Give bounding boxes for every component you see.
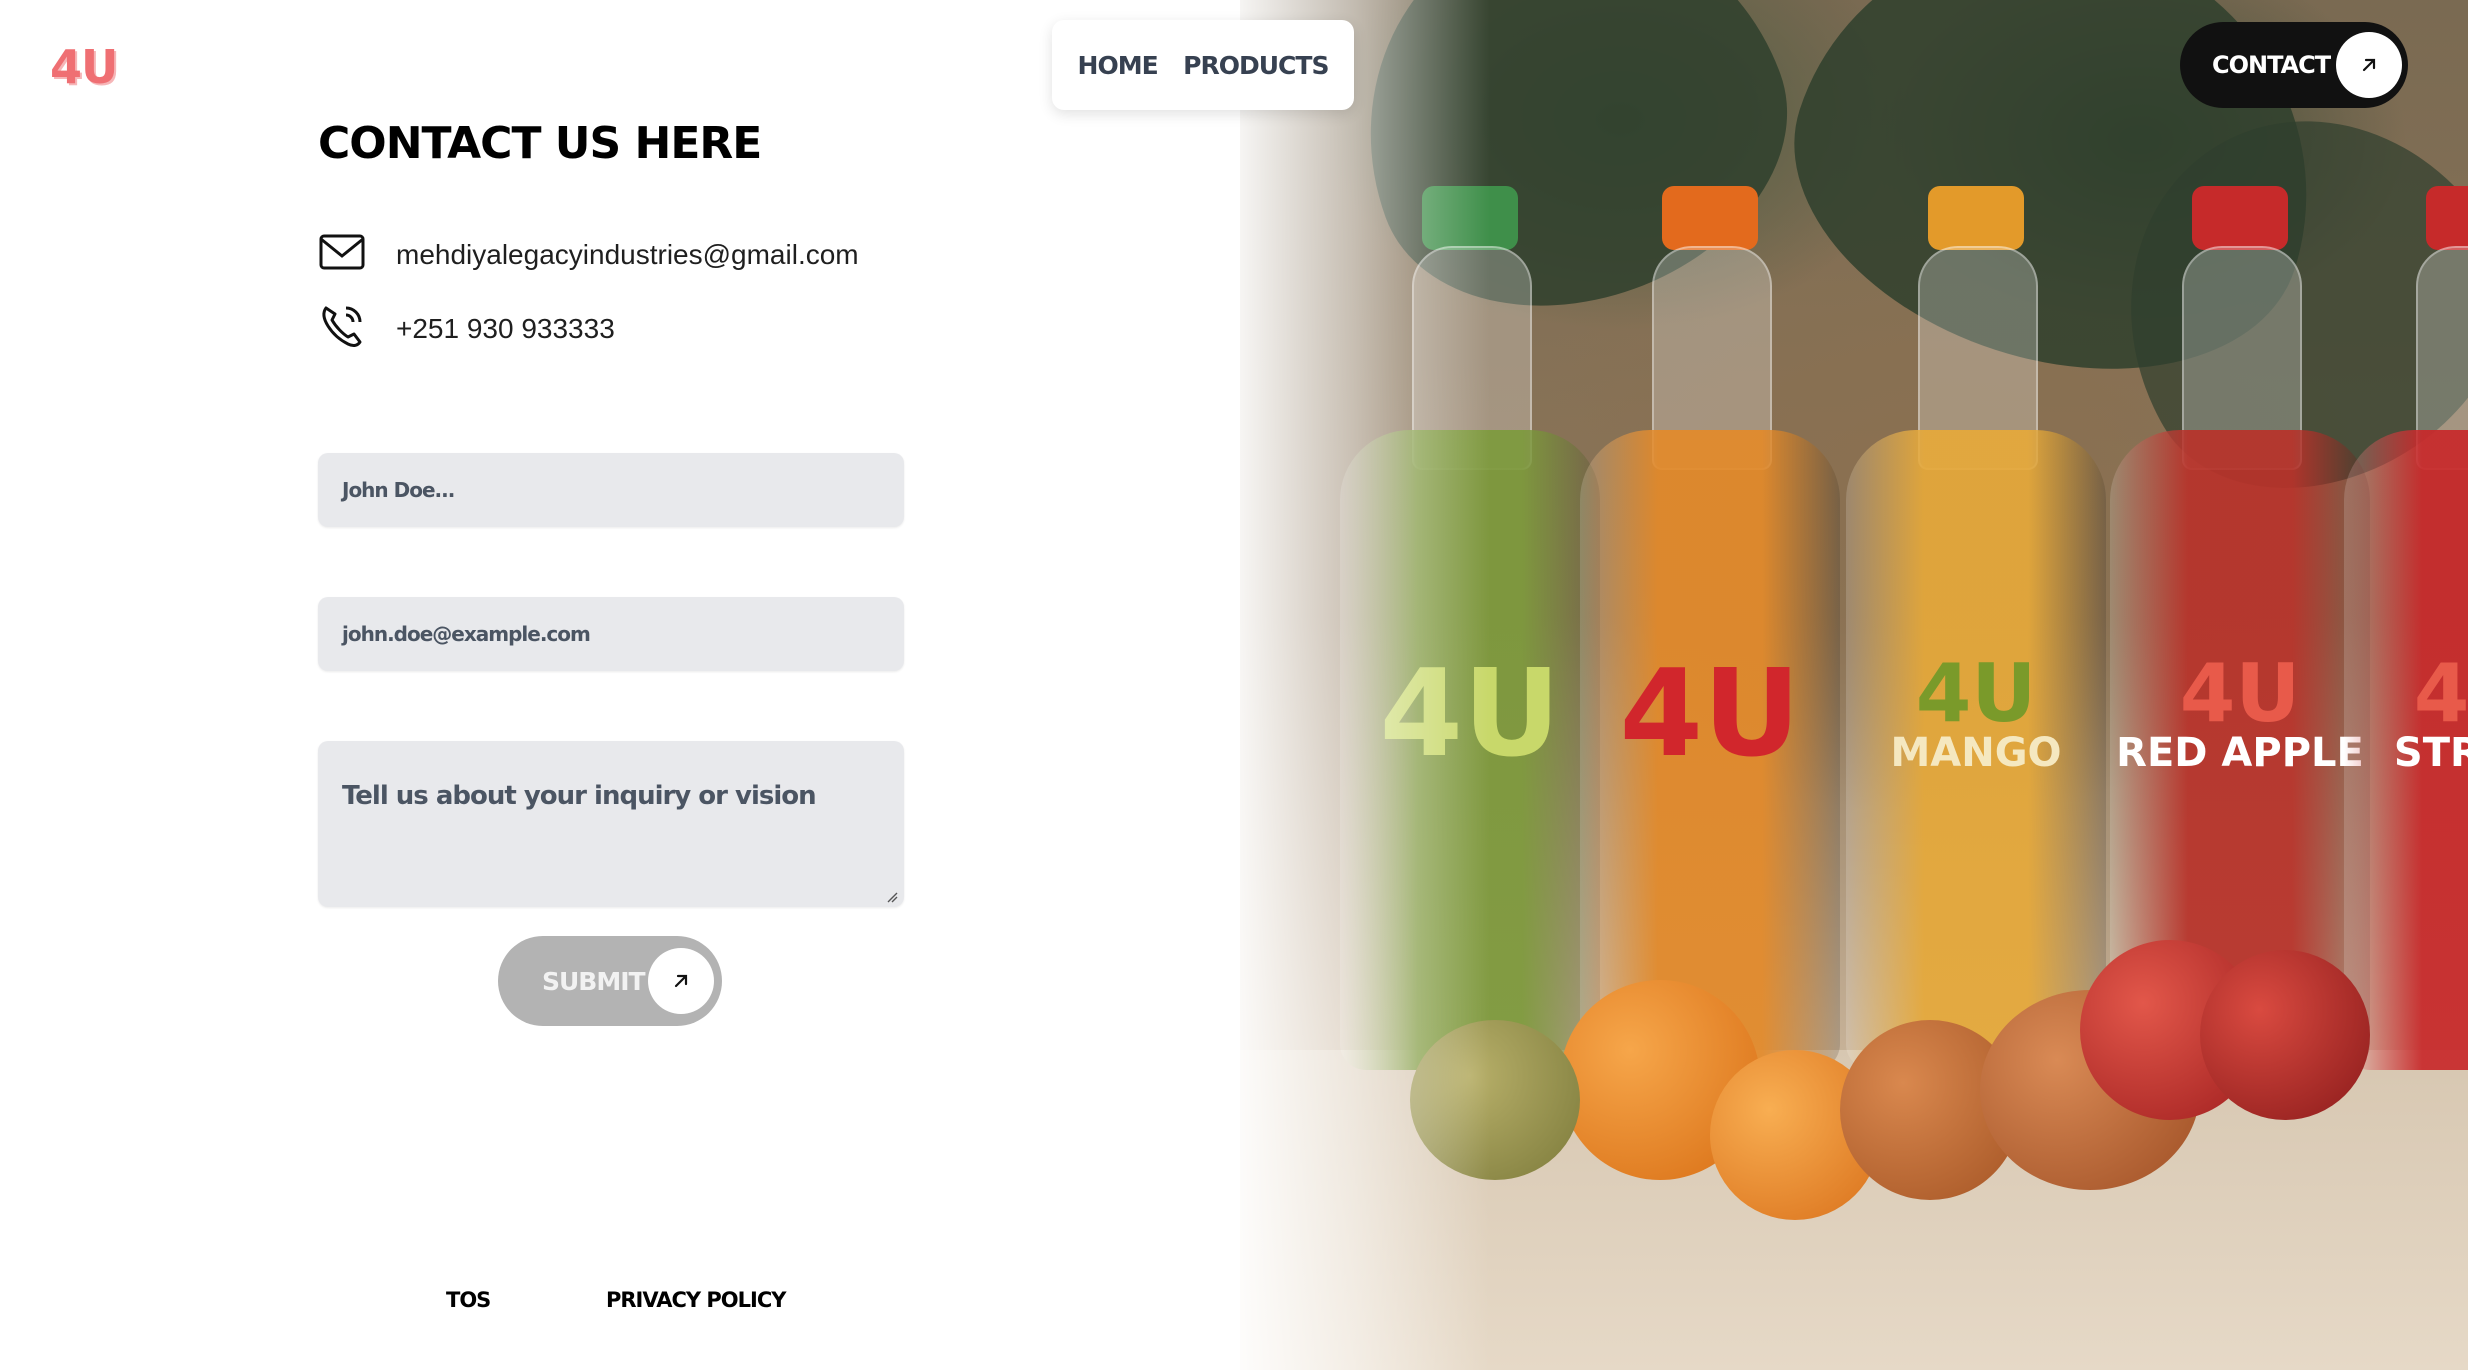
name-input[interactable]: John Doe... <box>318 453 904 527</box>
phone-row: +251 930 933333 <box>318 302 615 355</box>
bottle-brand: 4U <box>1915 647 2037 740</box>
name-input-placeholder: John Doe... <box>342 478 455 502</box>
bottle-cap <box>2192 186 2288 250</box>
footer-link-tos[interactable]: TOS <box>446 1288 491 1312</box>
arrow-icon <box>648 948 714 1014</box>
logo[interactable]: 4U <box>50 40 118 94</box>
bottle-brand: 4U <box>2413 647 2468 740</box>
submit-button[interactable]: submit <box>498 936 722 1026</box>
bottle: 4U MANGO <box>1846 170 2106 1070</box>
email-row: mehdiyalegacyindustries@gmail.com <box>318 232 859 277</box>
bottle-flavor: RED APPLE <box>2116 730 2364 776</box>
bottle-flavor: STRAW <box>2393 730 2468 776</box>
resize-handle-icon[interactable] <box>886 891 898 903</box>
bottle-cap <box>1928 186 2024 250</box>
footer-link-privacy[interactable]: PRIVACY POLICY <box>606 1288 786 1312</box>
bottle: 4U RED APPLE <box>2110 170 2370 1070</box>
bottle-brand: 4U <box>2179 647 2301 740</box>
nav-item-home[interactable]: HOME <box>1078 51 1159 80</box>
main-nav: HOME PRODUCTS <box>1052 20 1354 110</box>
email-input[interactable]: john.doe@example.com <box>318 597 904 671</box>
phone-icon <box>318 302 366 355</box>
bottle-brand: 4U <box>1619 645 1801 784</box>
bottle-label: 4U STRAW <box>2344 620 2468 810</box>
contact-button-label: CONTACT <box>2212 51 2331 79</box>
bottle-cap <box>1662 186 1758 250</box>
contact-email[interactable]: mehdiyalegacyindustries@gmail.com <box>396 239 859 271</box>
bottle: 4U STRAW <box>2344 170 2468 1070</box>
nav-item-products[interactable]: PRODUCTS <box>1183 51 1329 80</box>
bottle-flavor: MANGO <box>1890 730 2062 776</box>
contact-phone[interactable]: +251 930 933333 <box>396 313 615 345</box>
bottle-label: 4U MANGO <box>1846 620 2106 810</box>
bottle-label: 4U <box>1580 620 1840 810</box>
message-textarea[interactable]: Tell us about your inquiry or vision <box>318 741 904 907</box>
mail-icon <box>318 232 366 277</box>
email-input-placeholder: john.doe@example.com <box>342 622 591 646</box>
apple-fruit <box>2200 950 2370 1120</box>
page-title: contact us here <box>318 118 762 169</box>
bottle-label: 4U RED APPLE <box>2110 620 2370 810</box>
bottle-cap <box>2426 186 2468 250</box>
arrow-icon <box>2336 32 2402 98</box>
message-textarea-placeholder: Tell us about your inquiry or vision <box>342 781 817 811</box>
hero-fade-overlay <box>1150 0 1490 1370</box>
bottle: 4U <box>1580 170 1840 1070</box>
contact-button[interactable]: CONTACT <box>2180 22 2408 108</box>
submit-button-label: submit <box>542 966 646 996</box>
